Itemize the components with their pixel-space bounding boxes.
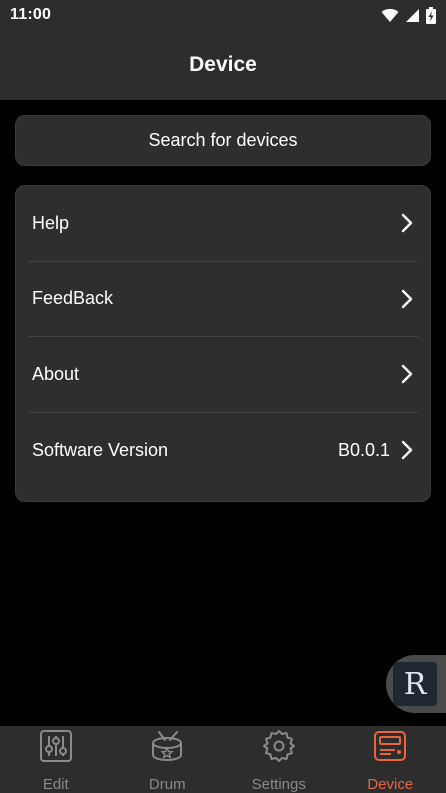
search-devices-label: Search for devices bbox=[148, 130, 298, 150]
tab-settings[interactable]: Settings bbox=[223, 726, 335, 793]
floating-r-logo: R bbox=[393, 662, 437, 706]
menu-item-software-version[interactable]: Software Version B0.0.1 bbox=[28, 413, 418, 489]
search-devices-button[interactable]: Search for devices bbox=[15, 115, 431, 166]
chevron-right-icon bbox=[401, 214, 413, 233]
settings-menu-card: Help FeedBack About Software Version B0.… bbox=[15, 185, 431, 502]
tab-label: Edit bbox=[42, 776, 69, 793]
menu-item-feedback[interactable]: FeedBack bbox=[28, 262, 418, 337]
tab-label: Drum bbox=[148, 776, 186, 793]
drum-icon bbox=[152, 731, 183, 761]
menu-item-label: Help bbox=[32, 212, 70, 233]
sliders-icon bbox=[39, 730, 72, 762]
status-icons bbox=[381, 6, 436, 24]
status-bar: 11:00 bbox=[0, 0, 446, 30]
device-icon bbox=[374, 731, 407, 761]
tab-label: Device bbox=[367, 776, 414, 793]
tab-drum[interactable]: Drum bbox=[112, 726, 224, 793]
menu-item-about[interactable]: About bbox=[28, 337, 418, 413]
tab-edit[interactable]: Edit bbox=[0, 726, 112, 793]
tab-device[interactable]: Device bbox=[335, 726, 446, 793]
menu-item-help[interactable]: Help bbox=[28, 186, 418, 262]
floating-r-button[interactable]: R bbox=[386, 655, 446, 713]
chevron-right-icon bbox=[401, 365, 413, 384]
menu-item-label: FeedBack bbox=[32, 288, 114, 309]
menu-item-right bbox=[400, 213, 414, 233]
wifi-icon bbox=[381, 8, 399, 22]
bottom-tab-bar: Edit Drum Settings Device bbox=[0, 726, 446, 793]
page-title: Device bbox=[189, 53, 257, 76]
menu-item-label: Software Version bbox=[32, 439, 169, 460]
gear-icon bbox=[262, 730, 295, 762]
software-version-value: B0.0.1 bbox=[337, 439, 390, 460]
status-time: 11:00 bbox=[10, 6, 52, 23]
app-header: Device bbox=[0, 30, 446, 100]
menu-item-right bbox=[400, 289, 414, 309]
menu-item-right: B0.0.1 bbox=[338, 440, 414, 461]
menu-item-label: About bbox=[32, 363, 80, 384]
chevron-right-icon bbox=[401, 289, 413, 308]
battery-icon bbox=[426, 6, 436, 24]
tab-label: Settings bbox=[251, 776, 306, 793]
signal-icon bbox=[406, 8, 419, 22]
chevron-right-icon bbox=[401, 441, 413, 460]
menu-item-right bbox=[400, 364, 414, 384]
